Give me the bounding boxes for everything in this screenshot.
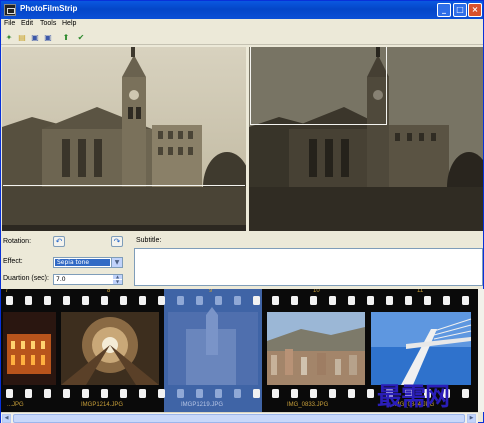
thumbnail-bridge (371, 312, 472, 385)
rotate-right-button[interactable]: ↷ (111, 236, 123, 247)
minimize-button[interactable]: _ (437, 3, 451, 17)
effect-label: Effect: (3, 258, 23, 265)
frame-number-10: 10 (313, 289, 320, 294)
title-bar[interactable]: PhotoFilmStrip _ □ × (1, 1, 483, 19)
filmstrip-horizontal-scrollbar[interactable]: ◀ ▶ (1, 412, 478, 423)
scroll-right-icon[interactable]: ▶ (467, 414, 476, 423)
frame-caption: IMG_0833.JPG (287, 402, 329, 408)
close-button[interactable]: × (468, 3, 482, 17)
frame-number-11: 11 (417, 289, 424, 294)
menu-tools[interactable]: Tools (40, 20, 56, 27)
thumbnail-city (267, 312, 365, 385)
maximize-button[interactable]: □ (453, 3, 467, 17)
frame-caption: ...JPG (7, 402, 24, 408)
effect-dropdown[interactable]: Sepia tone ▼ (53, 257, 123, 268)
chevron-down-icon[interactable]: ▼ (111, 258, 122, 267)
open-icon[interactable]: ▤ (17, 33, 27, 43)
frame-number-9: 9 (209, 289, 213, 294)
duration-value[interactable]: 7.0 (56, 276, 66, 283)
sepia-church-photo (2, 47, 246, 231)
end-crop-rectangle[interactable] (250, 47, 387, 125)
rotate-left-button[interactable]: ↶ (53, 236, 65, 247)
menu-help[interactable]: Help (62, 20, 76, 27)
effect-selected-value: Sepia tone (55, 259, 110, 266)
subtitle-textarea[interactable] (134, 248, 483, 286)
menu-edit[interactable]: Edit (21, 20, 33, 27)
thumbnail-dome (61, 312, 159, 385)
frame-caption-selected: IMGP1219.JPG (181, 402, 224, 408)
app-window: PhotoFilmStrip _ □ × File Edit Tools Hel… (0, 0, 484, 423)
save-as-icon[interactable]: ▣ (43, 33, 53, 43)
scrollbar-thumb[interactable] (13, 414, 465, 423)
duration-spinner[interactable]: 7.0 ▲ ▼ (53, 274, 123, 285)
scroll-left-icon[interactable]: ◀ (2, 414, 11, 423)
rotation-label: Rotation: (3, 238, 32, 245)
filmstrip-app-icon (4, 4, 16, 16)
start-crop-rectangle[interactable] (3, 185, 245, 187)
menu-bar: File Edit Tools Help (1, 19, 483, 31)
window-title: PhotoFilmStrip (20, 4, 78, 13)
menu-file[interactable]: File (4, 20, 15, 27)
render-icon[interactable]: ✔ (76, 33, 86, 43)
watermark-logo: 最需网 (377, 382, 450, 411)
new-project-icon[interactable]: ✦ (4, 33, 14, 43)
duration-label: Duartion (sec): (3, 275, 49, 282)
save-icon[interactable]: ▣ (30, 33, 40, 43)
end-image-preview[interactable] (249, 47, 483, 231)
thumbnail-night-building (3, 312, 56, 385)
frame-caption: IMGP1214.JPG (81, 402, 124, 408)
spin-down-icon[interactable]: ▼ (113, 280, 122, 284)
frame-number-8: 8 (107, 289, 111, 294)
thumbnail-selected-church (168, 307, 258, 385)
frame-number-7: 7 (5, 289, 9, 294)
toolbar: ✦ ▤ ▣ ▣ ⬆ ✔ (1, 31, 483, 45)
start-image-preview[interactable] (2, 47, 246, 231)
import-icon[interactable]: ⬆ (61, 33, 71, 43)
filmstrip-vertical-scrollbar[interactable] (478, 289, 484, 412)
subtitle-label: Subtitle: (136, 237, 162, 244)
